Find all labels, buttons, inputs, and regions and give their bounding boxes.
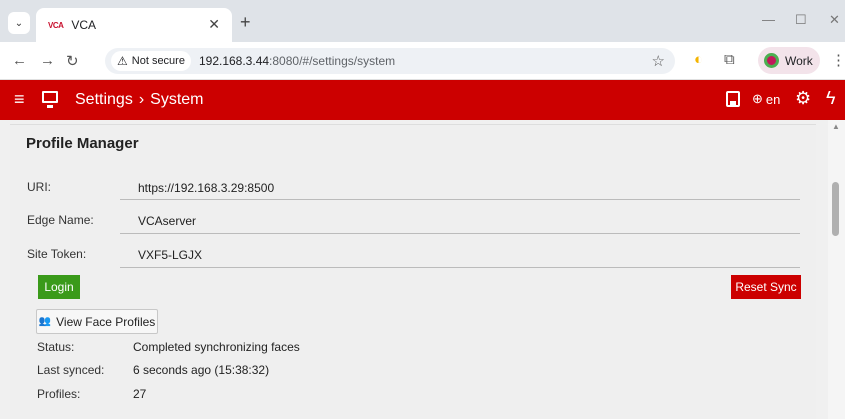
breadcrumb-system: System [150, 91, 204, 108]
forward-icon[interactable]: → [40, 52, 55, 69]
tab-close-icon[interactable]: ✕ [208, 16, 220, 33]
edge-name-label: Edge Name: [27, 213, 94, 227]
vca-favicon-icon: VCA [48, 20, 64, 30]
tab-title: VCA [71, 18, 97, 32]
login-button[interactable]: Login [38, 275, 80, 299]
browser-tab[interactable]: VCA VCA ✕ [36, 8, 232, 42]
panel-title: Profile Manager [26, 135, 139, 152]
browser-menu-icon[interactable]: ⋮ [831, 51, 845, 69]
url-host: 192.168.3.44 [198, 54, 270, 68]
reload-icon[interactable]: ↻ [66, 52, 79, 70]
breadcrumb-settings[interactable]: Settings [75, 91, 133, 108]
minimize-icon[interactable]: — [762, 12, 775, 27]
app-header: ≡ Settings › System ⊕ en ⚙ ϟ [0, 80, 845, 120]
profile-label: Work [785, 53, 813, 68]
address-bar[interactable]: ⚠ Not secure 192.168.3.44:8080/#/setting… [105, 48, 675, 74]
profiles-label: Profiles: [37, 387, 81, 401]
last-synced-label: Last synced: [37, 363, 105, 377]
breadcrumb: Settings › System [75, 91, 203, 109]
uri-field[interactable]: https://192.168.3.29:8500 [138, 181, 274, 195]
view-face-profiles-label: View Face Profiles [56, 314, 156, 329]
close-window-icon[interactable]: ✕ [829, 12, 840, 28]
url-text: 192.168.3.44:8080/#/settings/system [199, 54, 395, 68]
extension-icon[interactable]: ◐ [694, 51, 703, 68]
view-face-profiles-button[interactable]: 👥 View Face Profiles [36, 309, 158, 334]
gear-icon[interactable]: ⚙ [795, 88, 811, 109]
reset-sync-button[interactable]: Reset Sync [731, 275, 801, 299]
uri-underline [120, 199, 800, 200]
profile-avatar-icon [764, 53, 779, 68]
profile-manager-panel: Profile Manager [10, 124, 816, 419]
profile-button[interactable]: Work [758, 47, 820, 74]
scroll-thumb[interactable] [832, 182, 839, 236]
last-synced-value: 6 seconds ago (15:38:32) [133, 363, 270, 377]
globe-icon: ⊕ [752, 91, 763, 106]
warning-icon: ⚠ [117, 54, 128, 68]
browser-toolbar: ← → ↻ ⚠ Not secure 192.168.3.44:8080/#/s… [0, 42, 845, 80]
site-token-field[interactable]: VXF5-LGJX [138, 248, 202, 262]
tab-search-icon[interactable]: ⌄ [8, 12, 30, 34]
url-path: :8080/#/settings/system [269, 54, 396, 68]
uri-label: URI: [27, 180, 51, 194]
browser-tab-strip: ⌄ VCA VCA ✕ + — ☐ ✕ [0, 0, 845, 42]
menu-icon[interactable]: ≡ [14, 89, 25, 110]
bookmark-star-icon[interactable]: ☆ [652, 52, 665, 70]
profiles-count: 27 [133, 387, 147, 401]
site-token-label: Site Token: [27, 247, 87, 261]
scroll-up-icon[interactable]: ▲ [832, 122, 840, 131]
extensions-puzzle-icon[interactable]: ⧉ [724, 51, 735, 68]
monitor-icon [42, 91, 58, 108]
edge-name-underline [120, 233, 800, 234]
status-value: Completed synchronizing faces [133, 340, 300, 354]
status-label: Status: [37, 340, 75, 354]
bolt-icon[interactable]: ϟ [826, 88, 836, 109]
people-icon: 👥 [38, 316, 52, 327]
scrollbar[interactable]: ▲ [828, 120, 845, 419]
language-label: en [765, 91, 781, 107]
edge-name-field[interactable]: VCAserver [138, 214, 196, 228]
new-tab-icon[interactable]: + [240, 13, 251, 31]
back-icon[interactable]: ← [12, 52, 27, 69]
language-selector[interactable]: ⊕ en [752, 91, 780, 107]
site-token-underline [120, 267, 800, 268]
maximize-icon[interactable]: ☐ [795, 12, 807, 28]
save-icon[interactable] [726, 91, 740, 107]
not-secure-chip[interactable]: ⚠ Not secure [111, 51, 191, 71]
not-secure-label: Not secure [131, 55, 185, 67]
breadcrumb-separator: › [138, 91, 145, 108]
